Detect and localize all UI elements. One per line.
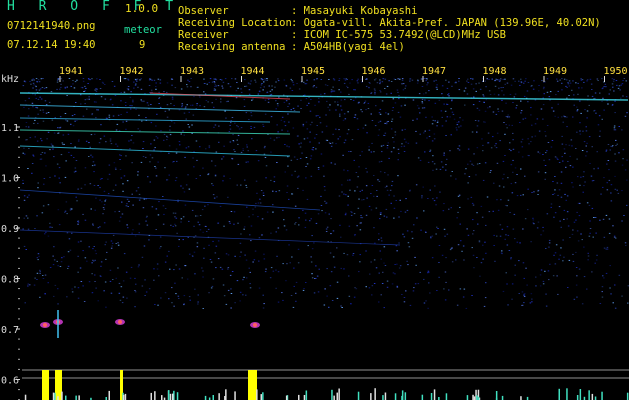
signal-bar <box>204 395 207 400</box>
antenna-value: : A504HB(yagi 4el) <box>291 41 405 53</box>
signal-bar <box>501 395 504 400</box>
signal-bar <box>520 396 522 400</box>
time-tick-label: 1947 <box>422 66 446 77</box>
signal-bar <box>55 370 62 400</box>
app-version: 1.0.0 <box>125 2 159 15</box>
signal-bar <box>338 388 340 400</box>
signal-bar <box>594 396 597 400</box>
signal-bar <box>588 390 590 400</box>
location-label: Receiving Location <box>178 17 292 29</box>
time-tick-label: 1946 <box>362 66 386 77</box>
signal-bar <box>122 394 125 400</box>
capture-datetime: 07.12.14 19:40 <box>7 39 96 51</box>
signal-bar <box>394 393 397 400</box>
signal-bar <box>357 391 360 400</box>
time-tick-label: 1945 <box>301 66 325 77</box>
signal-bar <box>124 393 127 400</box>
signal-bar <box>558 388 560 400</box>
signal-bar <box>57 396 59 400</box>
signal-bar <box>370 393 372 400</box>
time-tick-label: 1949 <box>543 66 567 77</box>
signal-bar <box>52 392 55 400</box>
signal-bar <box>576 395 579 400</box>
time-tick-label: 1942 <box>120 66 144 77</box>
signal-bar <box>384 392 387 400</box>
signal-bar <box>54 392 56 400</box>
signal-bar <box>472 394 474 400</box>
time-tick-label: 1943 <box>180 66 204 77</box>
freq-tick-label: 0.8 <box>1 275 19 286</box>
signal-bar <box>256 389 258 400</box>
signal-bar <box>374 388 376 400</box>
receiver-value: : ICOM IC-575 53.7492(@LCD)MHz USB <box>291 29 506 41</box>
signal-bar <box>566 388 568 400</box>
signal-bar <box>75 395 77 400</box>
meteor-count: 9 <box>139 39 146 51</box>
signal-bar <box>305 390 308 400</box>
image-filename: 0712141940.png <box>7 20 96 32</box>
freq-tick-label: 0.7 <box>1 325 19 336</box>
signal-bar <box>234 391 236 400</box>
signal-bar <box>421 394 424 400</box>
location-value: : Ogata-vill. Akita-Pref. JAPAN (139.96E… <box>291 17 601 29</box>
receiver-label: Receiver <box>178 29 229 41</box>
signal-bar <box>150 392 152 400</box>
signal-bar <box>466 395 469 400</box>
freq-tick-label: 0.6 <box>1 376 19 387</box>
signal-bar <box>476 395 478 400</box>
signal-bar <box>161 395 163 400</box>
signal-bar <box>433 389 436 400</box>
signal-bar <box>108 390 110 400</box>
observer-label: Observer <box>178 5 229 17</box>
observer-value: : Masayuki Kobayashi <box>291 5 418 17</box>
freq-unit-label: kHz <box>1 74 19 85</box>
spectrogram-background <box>0 60 629 400</box>
signal-bar <box>336 392 338 400</box>
freq-tick-label: 1.0 <box>1 174 19 185</box>
signal-bar <box>65 395 67 400</box>
freq-tick-label: 0.9 <box>1 224 19 235</box>
antenna-label: Receiving antenna <box>178 41 286 53</box>
signal-bar <box>401 395 403 400</box>
signal-bar <box>168 390 170 400</box>
signal-bar <box>218 393 220 400</box>
signal-bar <box>591 393 594 400</box>
signal-bar <box>382 395 384 400</box>
time-tick-label: 1944 <box>241 66 265 77</box>
time-tick-label: 1950 <box>604 66 628 77</box>
signal-bar <box>176 392 179 400</box>
signal-bar <box>42 370 49 400</box>
signal-bar <box>212 395 214 400</box>
signal-bar <box>154 391 156 400</box>
signal-bar <box>172 393 174 400</box>
signal-bar <box>248 370 257 400</box>
time-tick-label: 1941 <box>59 66 83 77</box>
signal-bar <box>430 393 433 400</box>
time-tick-label: 1948 <box>483 66 507 77</box>
meteor-label: meteor <box>124 24 162 36</box>
freq-tick-label: 1.1 <box>1 123 19 134</box>
signal-bar <box>61 391 63 400</box>
signal-bar <box>24 394 27 400</box>
signal-bar <box>260 394 262 400</box>
signal-bar <box>626 392 629 400</box>
signal-bar <box>331 389 333 400</box>
signal-bar <box>303 395 306 400</box>
signal-bar <box>78 395 80 400</box>
signal-bar <box>445 393 448 400</box>
signal-bar <box>473 396 476 400</box>
signal-bar <box>285 395 288 400</box>
signal-bar <box>169 393 172 400</box>
signal-bar <box>333 395 335 400</box>
signal-bar <box>601 391 603 400</box>
spectrogram: kHz 1.1 1.0 0.9 0.8 0.7 0.6 1941 1942 1943 1944 1… <box>0 60 629 400</box>
signal-bar <box>404 392 407 400</box>
signal-bar <box>262 392 264 400</box>
signal-bar <box>579 389 582 400</box>
signal-bar <box>224 396 226 400</box>
signal-bar <box>298 394 300 400</box>
